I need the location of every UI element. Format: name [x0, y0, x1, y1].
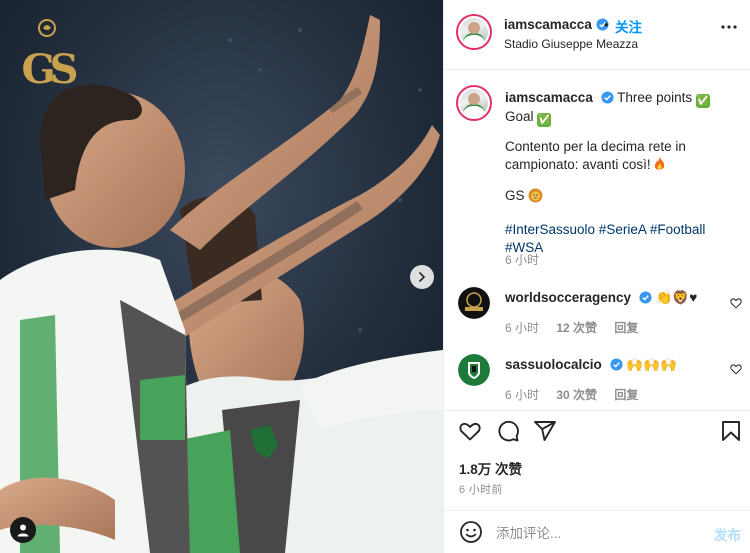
post-location[interactable]: Stadio Giuseppe Meazza: [504, 37, 638, 51]
comment-likes[interactable]: 30 次赞: [556, 388, 597, 402]
verified-badge-icon: [610, 358, 623, 371]
caption-headline: iamscamacca Three points ✅ Goal ✅: [505, 89, 741, 127]
comment-reply-button[interactable]: 回复: [614, 388, 638, 402]
likes-count[interactable]: 1.8万 次赞: [459, 458, 522, 478]
gs-crest-logo-icon: [38, 19, 56, 37]
caption-username[interactable]: iamscamacca: [505, 90, 593, 105]
comment-likes[interactable]: 12 次赞: [556, 321, 597, 335]
comment-meta: 6 小时 30 次赞 回复: [505, 386, 652, 403]
comment-icon[interactable]: [496, 419, 520, 443]
comment-time: 6 小时: [505, 321, 540, 335]
verified-badge-icon: [639, 291, 652, 304]
caption-meta: 6 小时: [505, 251, 553, 268]
comment-reply-button[interactable]: 回复: [614, 321, 638, 335]
follow-button[interactable]: 关注: [615, 16, 642, 36]
caption-line2: Goal: [505, 109, 534, 124]
caption-signature: GS: [505, 188, 525, 203]
caption-signature-wrap: GS: [505, 187, 741, 205]
commenter-avatar[interactable]: [458, 287, 490, 319]
comment-content: sassuolocalcio 🙌🙌🙌: [505, 357, 677, 373]
comment-content: worldsocceragency 👏🦁♥: [505, 290, 697, 306]
next-image-button[interactable]: [410, 265, 434, 289]
comment-like-icon[interactable]: [730, 363, 742, 375]
add-comment-bar: 发布: [444, 510, 750, 553]
comment-username[interactable]: sassuolocalcio: [505, 357, 602, 372]
fire-emoji-icon: [655, 157, 665, 170]
verified-badge-icon: [601, 91, 614, 104]
comments-section: iamscamacca Three points ✅ Goal ✅ Conten…: [444, 71, 750, 410]
post-actions: 1.8万 次赞 6 小时前: [444, 410, 750, 510]
caption-paragraph-wrap: Contento per la decima rete in campionat…: [505, 138, 741, 174]
comment-username[interactable]: worldsocceragency: [505, 290, 631, 305]
post-media[interactable]: GS: [0, 0, 443, 553]
caption-line1: Three points: [617, 90, 693, 105]
bookmark-icon[interactable]: [719, 419, 743, 443]
caption-author-avatar[interactable]: [456, 85, 492, 121]
author-username[interactable]: iamscamacca: [504, 17, 609, 32]
user-tag-icon: [17, 524, 29, 537]
post-header: iamscamacca • 关注 Stadio Giuseppe Meazza: [444, 0, 750, 70]
more-options-icon[interactable]: [720, 24, 738, 30]
comment-text: 🙌🙌🙌: [626, 357, 677, 372]
watermark-monogram: GS: [21, 46, 78, 93]
author-avatar[interactable]: [456, 14, 492, 50]
tagged-users-button[interactable]: [10, 517, 36, 543]
heart-icon[interactable]: [458, 419, 482, 443]
check-mark-emoji: ✅: [695, 94, 710, 108]
share-icon[interactable]: [533, 419, 557, 443]
author-username-text[interactable]: iamscamacca: [504, 17, 592, 32]
header-separator: •: [604, 17, 609, 32]
lion-emoji-icon: [528, 188, 543, 203]
caption-time: 6 小时: [505, 253, 540, 267]
chevron-right-icon: [419, 272, 426, 282]
watermark-logo: GS: [20, 18, 79, 100]
posted-time: 6 小时前: [459, 484, 503, 496]
comment-meta: 6 小时 12 次赞 回复: [505, 319, 652, 336]
comment-input[interactable]: [496, 523, 696, 543]
check-mark-emoji: ✅: [537, 113, 552, 127]
comment-like-icon[interactable]: [730, 297, 742, 309]
comment-time: 6 小时: [505, 388, 540, 402]
post-comment-button[interactable]: 发布: [714, 524, 741, 544]
smiley-icon[interactable]: [459, 520, 483, 544]
post-side-panel: iamscamacca • 关注 Stadio Giuseppe Meazza …: [443, 0, 750, 553]
comment-text: 👏🦁♥: [655, 290, 698, 305]
commenter-avatar[interactable]: [458, 354, 490, 386]
